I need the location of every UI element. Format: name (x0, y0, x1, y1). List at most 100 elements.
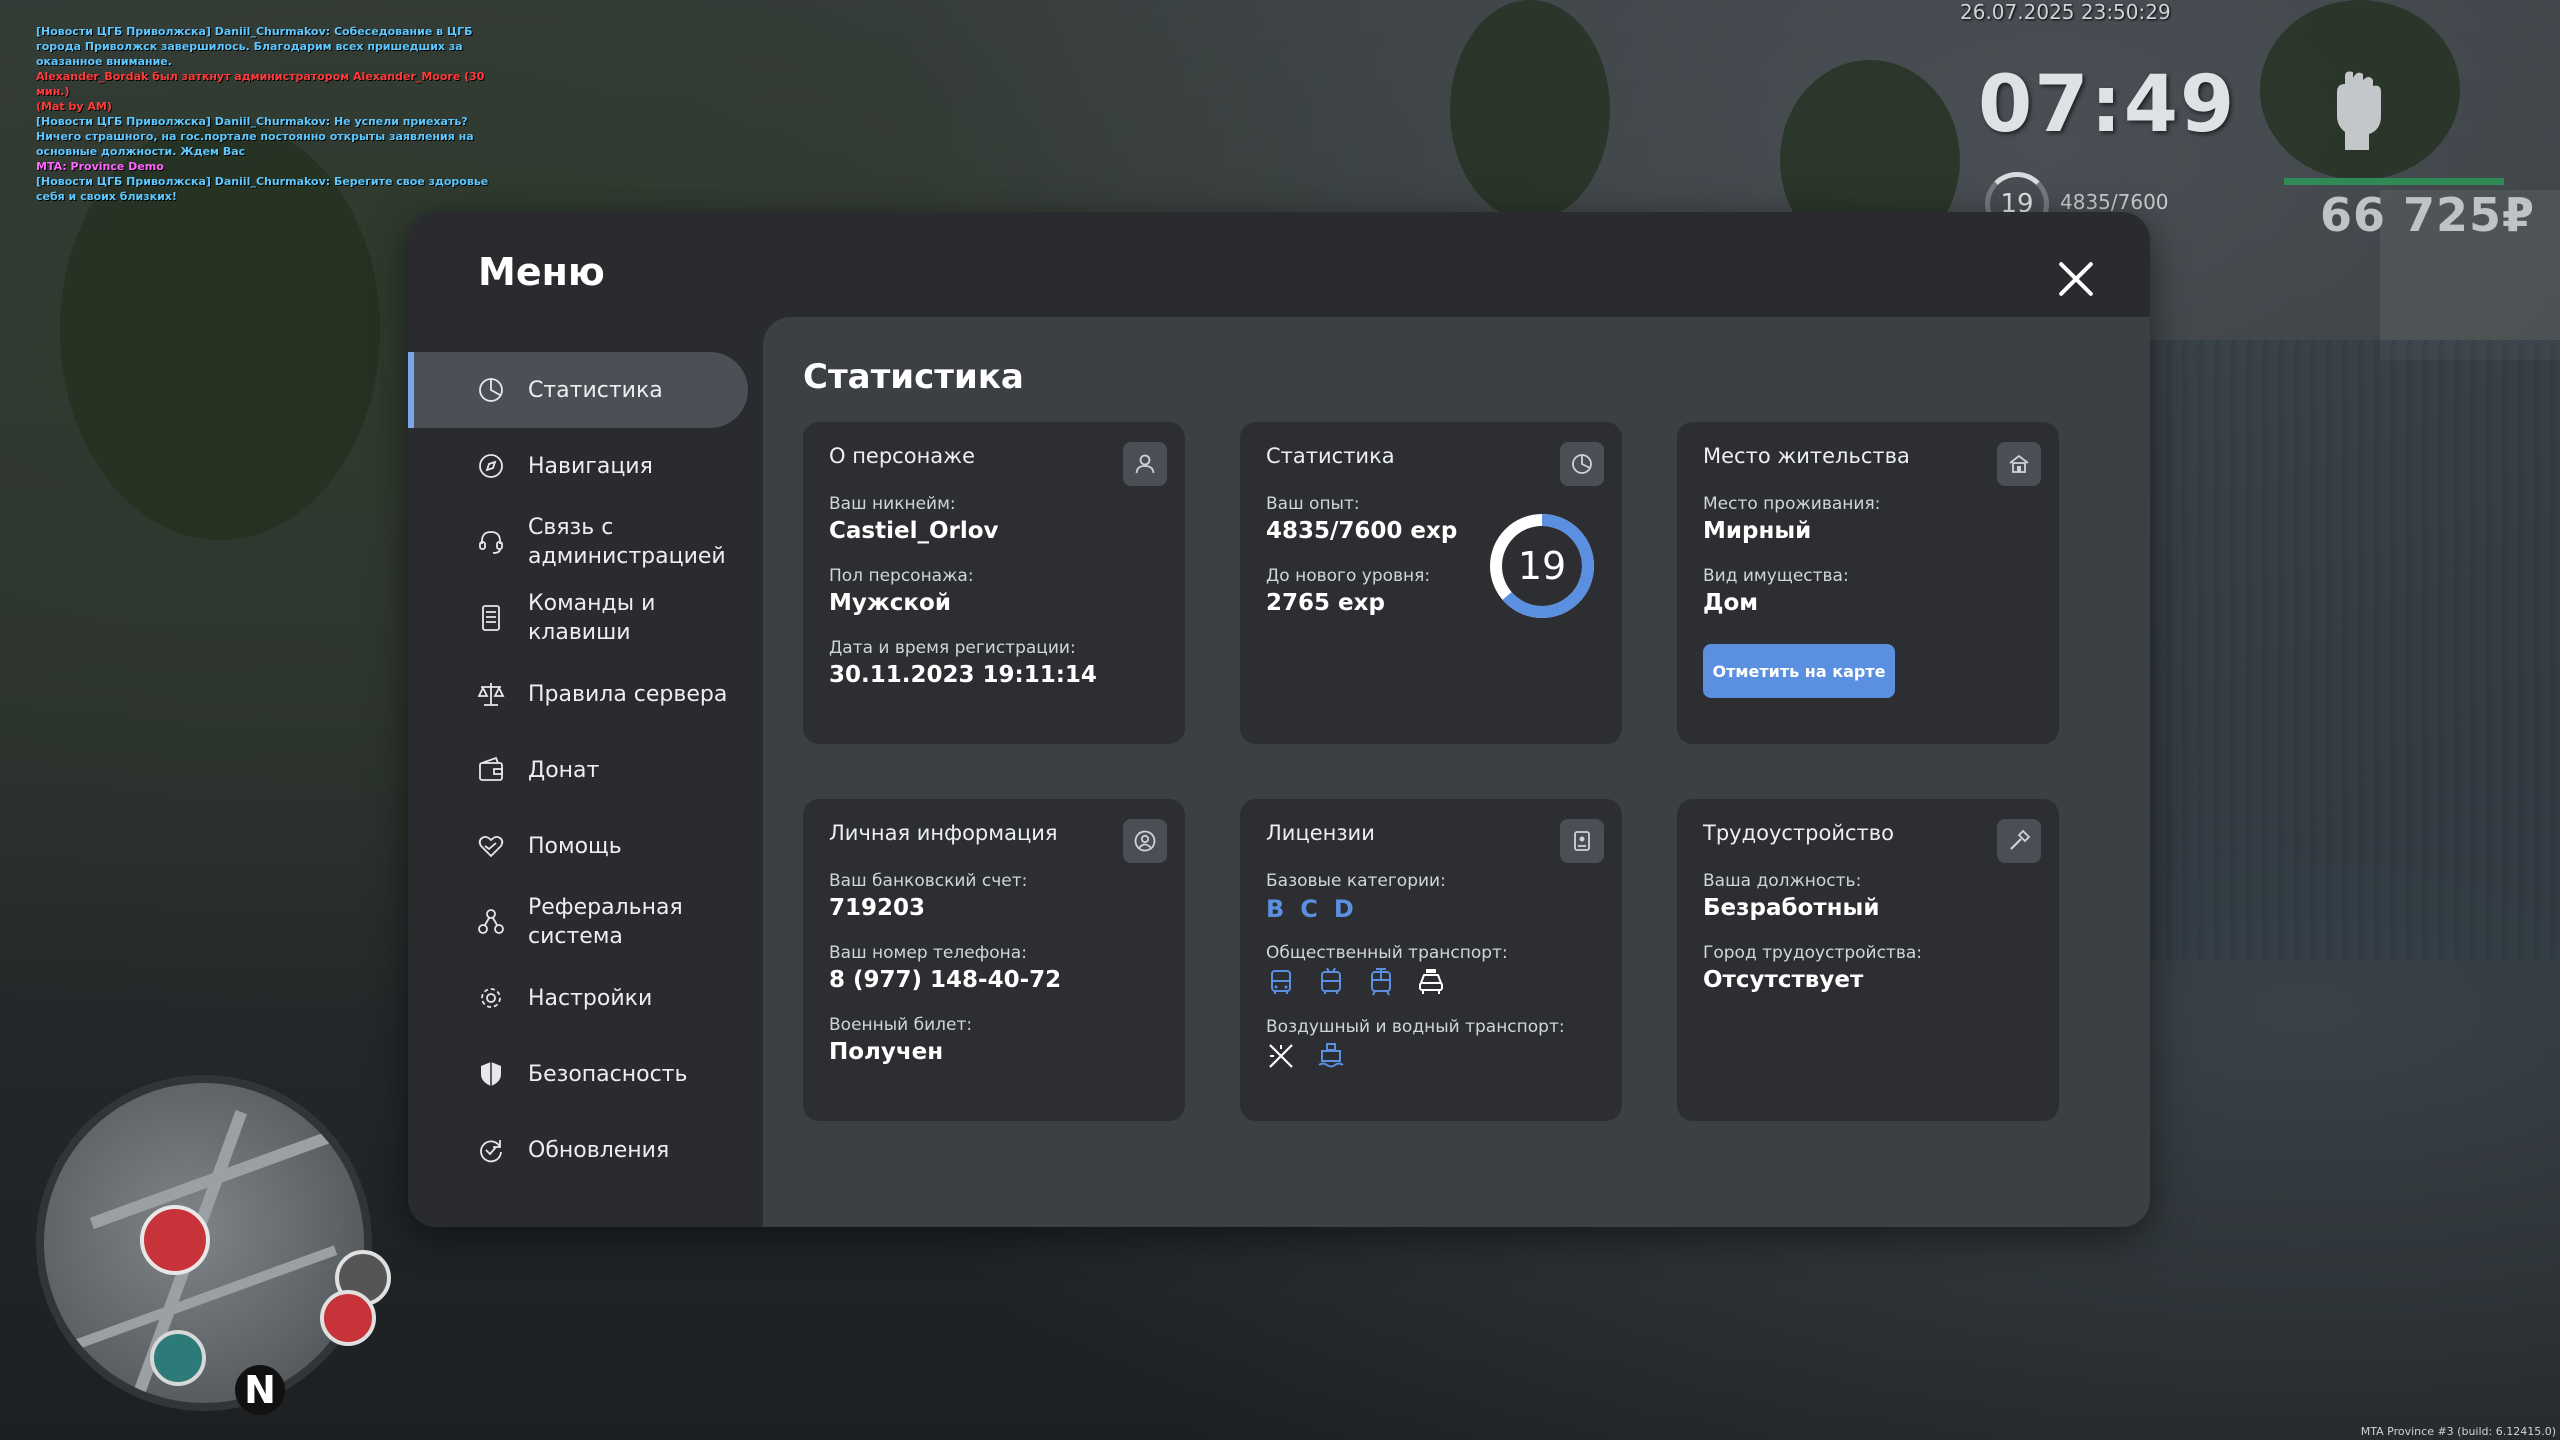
property-label: Вид имущества: (1703, 566, 1849, 586)
place-value: Мирный (1703, 518, 1812, 544)
card-residence: Место жительства Место проживания: Мирны… (1677, 422, 2059, 744)
scales-icon (476, 679, 506, 709)
sidebar-item-updates[interactable]: Обновления (408, 1112, 748, 1188)
military-value: Получен (829, 1039, 944, 1065)
sidebar-item-label: Команды и клавиши (528, 591, 656, 645)
registration-value: 30.11.2023 19:11:14 (829, 662, 1097, 688)
card-title: Личная информация (829, 821, 1058, 845)
id-card-icon (1560, 819, 1604, 863)
sidebar-item-donate[interactable]: Донат (408, 732, 748, 808)
menu-title: Меню (478, 250, 605, 294)
user-icon (1123, 442, 1167, 486)
sidebar-item-label: Связь с администрацией (528, 515, 726, 569)
hud-clock: 07:49 (1978, 60, 2237, 150)
sidebar-item-rules[interactable]: Правила сервера (408, 656, 748, 732)
sidebar-item-label: Навигация (528, 453, 653, 479)
license-category: D (1333, 895, 1354, 923)
boat-icon (1318, 1043, 1344, 1068)
sidebar-item-label: Помощь (528, 833, 622, 859)
sidebar-item-stats[interactable]: Статистика (408, 352, 748, 428)
sidebar-item-settings[interactable]: Настройки (408, 960, 748, 1036)
place-label: Место проживания: (1703, 494, 1881, 514)
phone-value: 8 (977) 148-40-72 (829, 967, 1062, 993)
bank-value: 719203 (829, 895, 926, 921)
level-progress-ring: 19 (1488, 512, 1596, 620)
mark-on-map-button[interactable]: Отметить на карте (1703, 644, 1895, 698)
house-icon (1997, 442, 2041, 486)
sidebar-item-label: Статистика (528, 377, 663, 403)
bus-icon (1271, 970, 1291, 994)
card-personal: Личная информация Ваш банковский счет: 7… (803, 799, 1185, 1121)
sidebar: Статистика Навигация Связь с администрацие… (408, 352, 748, 1188)
employment-city-value: Отсутствует (1703, 967, 1864, 993)
sidebar-item-label: Настройки (528, 985, 653, 1011)
military-label: Военный билет: (829, 1015, 973, 1035)
tram-icon (1371, 968, 1391, 996)
air-water-transport-label: Воздушный и водный транспорт: (1266, 1017, 1565, 1037)
chat-line: [Новости ЦГБ Приволжска] Daniil_Churmako… (36, 115, 474, 158)
sidebar-item-label: Обновления (528, 1137, 670, 1163)
card-title: Место жительства (1703, 444, 1910, 468)
level-number: 19 (1517, 544, 1567, 588)
card-title: О персонаже (829, 444, 976, 468)
phone-label: Ваш номер телефона: (829, 943, 1027, 963)
hospital-marker-icon (320, 1290, 376, 1346)
bank-label: Ваш банковский счет: (829, 871, 1028, 891)
base-categories-label: Базовые категории: (1266, 871, 1446, 891)
sidebar-item-help[interactable]: Помощь (408, 808, 748, 884)
card-title: Трудоустройство (1703, 821, 1894, 845)
close-icon[interactable] (2053, 256, 2099, 302)
wallet-icon (476, 755, 506, 785)
fist-icon (2325, 70, 2391, 152)
taxi-icon (1419, 969, 1443, 994)
shield-icon (476, 1059, 506, 1089)
employment-city-label: Город трудоустройства: (1703, 943, 1922, 963)
chat-line: MTA: Province Demo (36, 160, 164, 173)
hammer-icon (1997, 819, 2041, 863)
sidebar-item-nav[interactable]: Навигация (408, 428, 748, 504)
health-bar (2284, 178, 2504, 185)
bus-marker-icon (150, 1330, 206, 1386)
pie-chart-icon (476, 375, 506, 405)
chat-line: [Новости ЦГБ Приволжска] Daniil_Churmako… (36, 175, 489, 203)
document-icon (476, 603, 506, 633)
minimap-road (70, 1245, 338, 1351)
sidebar-item-label: Донат (528, 757, 600, 783)
trolleybus-icon (1321, 967, 1341, 994)
sidebar-item-label: Реферальная система (528, 895, 683, 949)
license-category: B (1266, 895, 1285, 923)
background-tree (1450, 0, 1610, 220)
minimap-north: N (235, 1365, 285, 1415)
headset-icon (476, 527, 506, 557)
build-version: MTA Province #3 (build: 6.12415.0) (2360, 1425, 2556, 1438)
chat-line: Alexander_Bordak был заткнут администрат… (36, 70, 485, 98)
chat-line: (Mat by AM) (36, 100, 112, 113)
card-title: Статистика (1266, 444, 1395, 468)
gear-icon (476, 983, 506, 1013)
property-value: Дом (1703, 590, 1759, 616)
pie-chart-icon (1560, 442, 1604, 486)
gender-value: Мужской (829, 590, 951, 616)
hud-datetime: 26.07.2025 23:50:29 (1960, 0, 2171, 24)
compass-icon (476, 451, 506, 481)
refresh-check-icon (476, 1135, 506, 1165)
house-marker-icon (140, 1205, 210, 1275)
sidebar-item-security[interactable]: Безопасность (408, 1036, 748, 1112)
chat-line: [Новости ЦГБ Приволжска] Daniil_Churmako… (36, 25, 473, 68)
sidebar-item-commands[interactable]: Команды и клавиши (408, 580, 748, 656)
nickname-value: Castiel_Orlov (829, 518, 999, 544)
background-fence (2150, 340, 2560, 960)
exp-label: Ваш опыт: (1266, 494, 1360, 514)
sidebar-item-label: Правила сервера (528, 681, 728, 707)
registration-label: Дата и время регистрации: (829, 638, 1076, 658)
position-value: Безработный (1703, 895, 1880, 921)
content-title: Статистика (803, 357, 1024, 397)
nickname-label: Ваш никнейм: (829, 494, 956, 514)
heart-hand-icon (476, 831, 506, 861)
sidebar-item-referral[interactable]: Реферальная система (408, 884, 748, 960)
card-character: О персонаже Ваш никнейм: Castiel_Orlov П… (803, 422, 1185, 744)
card-employment: Трудоустройство Ваша должность: Безработ… (1677, 799, 2059, 1121)
card-licenses: Лицензии Базовые категории: BCD Обществе… (1240, 799, 1622, 1121)
sidebar-item-admin[interactable]: Связь с администрацией (408, 504, 748, 580)
plane-icon (1269, 1044, 1293, 1068)
